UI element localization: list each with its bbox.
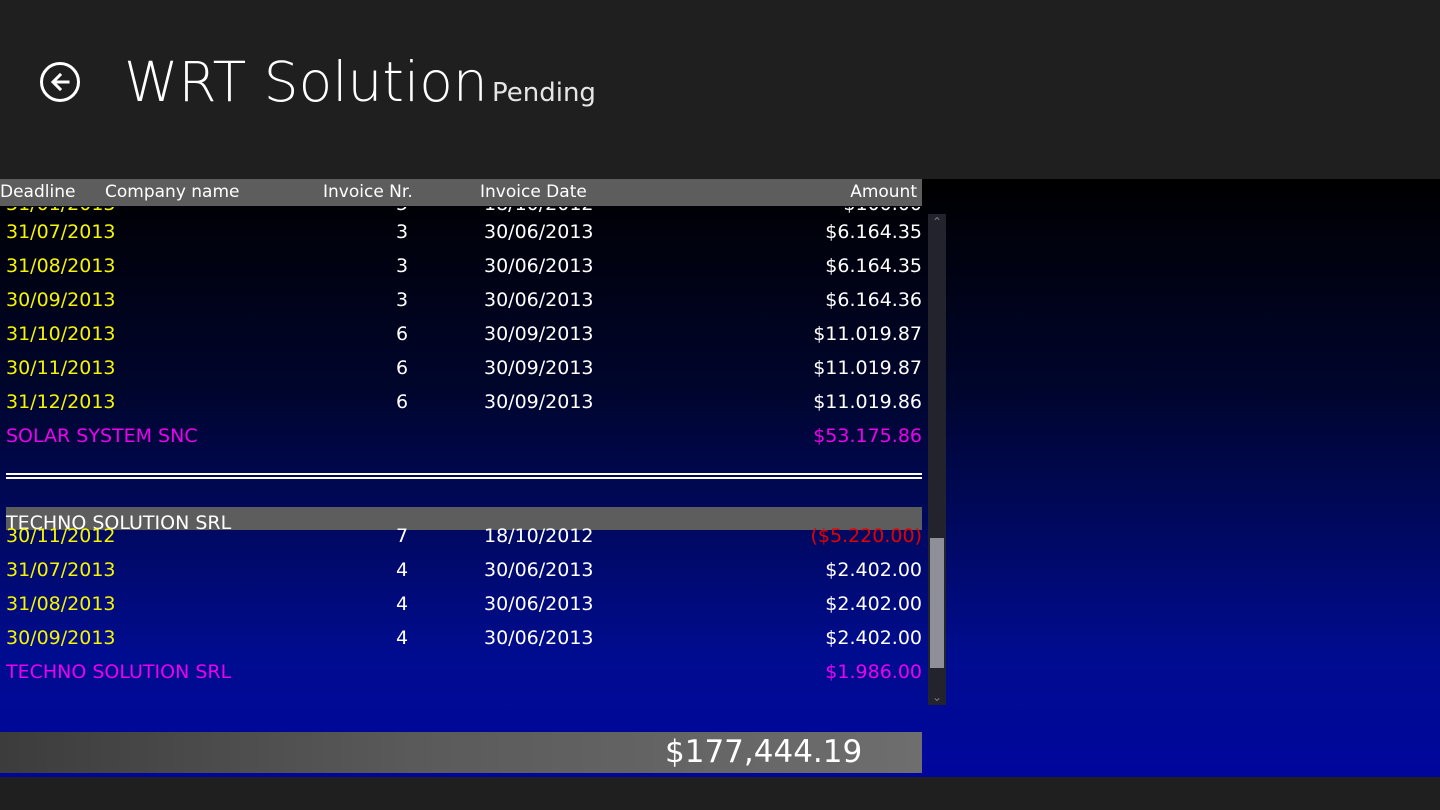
invoice-date-cell: 30/09/2013 — [484, 323, 594, 345]
column-header-invoice-nr[interactable]: Invoice Nr. — [323, 179, 413, 206]
amount-cell: $6.164.36 — [825, 289, 922, 311]
invoice-list[interactable]: 31/01/2013 5 18/10/2012 $100.00 31/07/20… — [0, 207, 922, 727]
back-arrow-icon — [50, 72, 70, 92]
vertical-scrollbar[interactable]: ⌃ ⌄ — [928, 214, 946, 705]
table-row[interactable]: 31/08/2013 4 30/06/2013 $2.402.00 — [0, 587, 922, 621]
page-title: WRT Solution — [124, 50, 488, 114]
deadline-cell: 31/12/2013 — [6, 391, 116, 413]
invoice-nr-cell: 4 — [396, 593, 409, 615]
grand-total-amount: $177,444.19 — [665, 734, 863, 770]
subtotal-row[interactable]: TECHNO SOLUTION SRL $1.986.00 — [0, 655, 922, 689]
invoice-panel: Deadline Company name Invoice Nr. Invoic… — [0, 179, 1440, 777]
amount-cell: $6.164.35 — [825, 221, 922, 243]
back-button[interactable] — [40, 62, 80, 102]
group-separator — [6, 477, 922, 479]
table-row[interactable]: 30/11/2013 6 30/09/2013 $11.019.87 — [0, 351, 922, 385]
table-row[interactable]: 31/07/2013 4 30/06/2013 $2.402.00 — [0, 553, 922, 587]
deadline-cell: 30/09/2013 — [6, 289, 116, 311]
table-row[interactable]: 31/12/2013 6 30/09/2013 $11.019.86 — [0, 385, 922, 419]
subtotal-amount: $1.986.00 — [825, 661, 922, 683]
amount-cell: $2.402.00 — [825, 627, 922, 649]
deadline-cell: 31/07/2013 — [6, 221, 116, 243]
invoice-date-cell: 18/10/2012 — [484, 525, 594, 547]
column-header-invoice-date[interactable]: Invoice Date — [480, 179, 587, 206]
scrollbar-thumb[interactable] — [930, 538, 944, 668]
subtotal-company-name: SOLAR SYSTEM SNC — [6, 425, 198, 447]
amount-cell: $2.402.00 — [825, 593, 922, 615]
app-header: WRT Solution Pending — [0, 0, 1440, 179]
invoice-nr-cell: 3 — [396, 289, 409, 311]
deadline-cell: 31/08/2013 — [6, 593, 116, 615]
invoice-date-cell: 30/06/2013 — [484, 221, 594, 243]
invoice-nr-cell: 3 — [396, 221, 409, 243]
subtotal-amount: $53.175.86 — [813, 425, 922, 447]
invoice-date-cell: 30/09/2013 — [484, 357, 594, 379]
column-header-company[interactable]: Company name — [105, 179, 240, 206]
invoice-date-cell: 30/06/2013 — [484, 559, 594, 581]
invoice-date-cell: 30/06/2013 — [484, 289, 594, 311]
invoice-nr-cell: 3 — [396, 255, 409, 277]
table-row[interactable]: 30/11/2012 7 18/10/2012 ($5.220.00) — [0, 519, 922, 553]
invoice-date-cell: 30/06/2013 — [484, 593, 594, 615]
invoice-nr-cell: 7 — [396, 525, 409, 547]
subtotal-company-name: TECHNO SOLUTION SRL — [6, 661, 232, 683]
invoice-date-cell: 30/06/2013 — [484, 627, 594, 649]
group-separator — [6, 473, 922, 475]
column-header-amount[interactable]: Amount — [850, 179, 917, 206]
invoice-date-cell: 30/06/2013 — [484, 255, 594, 277]
subtotal-row[interactable]: SOLAR SYSTEM SNC $53.175.86 — [0, 419, 922, 453]
deadline-cell: 31/07/2013 — [6, 559, 116, 581]
amount-cell: $11.019.87 — [813, 357, 922, 379]
table-row[interactable]: 30/09/2013 4 30/06/2013 $2.402.00 — [0, 621, 922, 655]
invoice-nr-cell: 6 — [396, 357, 409, 379]
chevron-down-icon[interactable]: ⌄ — [928, 689, 946, 705]
deadline-cell: 30/11/2013 — [6, 357, 116, 379]
table-row[interactable]: 30/09/2013 3 30/06/2013 $6.164.36 — [0, 283, 922, 317]
grand-total-bar: $177,444.19 — [0, 732, 922, 773]
invoice-nr-cell: 6 — [396, 391, 409, 413]
deadline-cell: 31/10/2013 — [6, 323, 116, 345]
deadline-cell: 30/11/2012 — [6, 525, 116, 547]
page-subtitle: Pending — [492, 78, 596, 108]
invoice-nr-cell: 4 — [396, 559, 409, 581]
amount-cell: $11.019.87 — [813, 323, 922, 345]
deadline-cell: 30/09/2013 — [6, 627, 116, 649]
table-row[interactable]: 31/07/2013 3 30/06/2013 $6.164.35 — [0, 215, 922, 249]
table-row[interactable]: 31/08/2013 3 30/06/2013 $6.164.35 — [0, 249, 922, 283]
column-header-deadline[interactable]: Deadline — [0, 179, 75, 206]
amount-cell: $2.402.00 — [825, 559, 922, 581]
chevron-up-icon[interactable]: ⌃ — [928, 214, 946, 230]
table-row[interactable]: 31/10/2013 6 30/09/2013 $11.019.87 — [0, 317, 922, 351]
invoice-date-cell: 30/09/2013 — [484, 391, 594, 413]
amount-cell: $11.019.86 — [813, 391, 922, 413]
deadline-cell: 31/08/2013 — [6, 255, 116, 277]
bottom-bar — [0, 777, 1440, 810]
column-header-bar: Deadline Company name Invoice Nr. Invoic… — [0, 179, 922, 206]
amount-cell: $6.164.35 — [825, 255, 922, 277]
invoice-nr-cell: 6 — [396, 323, 409, 345]
invoice-nr-cell: 4 — [396, 627, 409, 649]
amount-cell: ($5.220.00) — [810, 525, 922, 547]
